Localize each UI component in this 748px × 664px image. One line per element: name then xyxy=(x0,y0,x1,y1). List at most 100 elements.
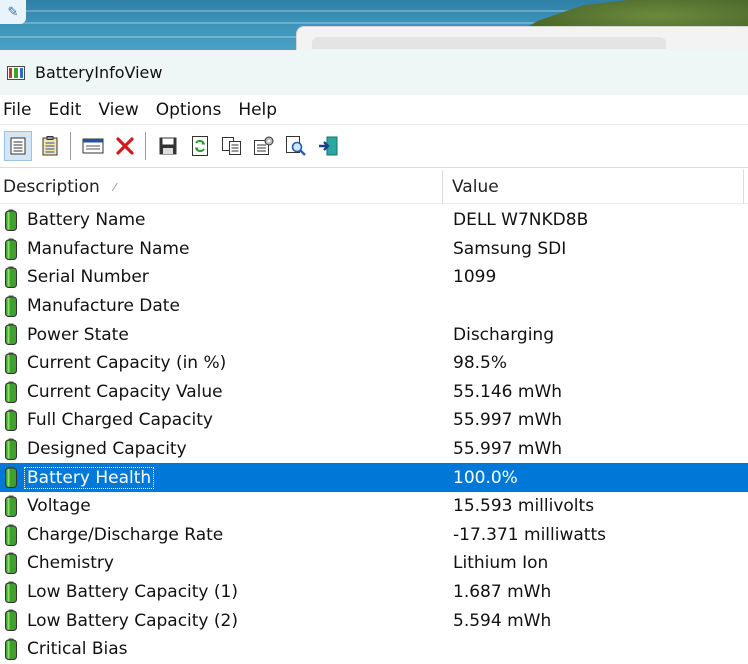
exit-button[interactable] xyxy=(314,131,342,161)
list-row[interactable]: Low Battery Capacity (2) 5.594 mWh xyxy=(0,606,748,635)
battery-icon xyxy=(5,638,17,660)
row-label: Voltage xyxy=(27,496,91,517)
row-label: Battery Health xyxy=(23,466,155,489)
column-header-description-label: Description xyxy=(3,177,100,197)
row-label: Manufacture Date xyxy=(27,296,180,317)
desktop-shortcut-icon[interactable]: ✎ xyxy=(0,0,26,24)
sort-arrow-icon: ⁄ xyxy=(113,180,116,194)
list-row[interactable]: Designed Capacity 55.997 mWh xyxy=(0,435,748,464)
list-row[interactable]: Manufacture Date xyxy=(0,292,748,321)
menu-options[interactable]: Options xyxy=(153,100,232,120)
toolbar-separator xyxy=(145,132,146,160)
column-header-description[interactable]: Description ⁄ xyxy=(3,170,439,204)
menu-edit[interactable]: Edit xyxy=(45,100,91,120)
window-button[interactable] xyxy=(79,131,107,161)
row-value: Lithium Ion xyxy=(453,553,549,574)
battery-icon xyxy=(5,381,17,403)
list-row[interactable]: Critical Bias xyxy=(0,635,748,664)
row-label: Current Capacity (in %) xyxy=(27,353,227,374)
battery-icon xyxy=(5,495,17,517)
list-header: Description ⁄ Value xyxy=(0,170,748,204)
battery-icon xyxy=(5,238,17,260)
refresh-icon xyxy=(192,136,208,156)
floppy-disk-icon xyxy=(159,137,177,155)
battery-icon xyxy=(5,409,17,432)
row-value: 98.5% xyxy=(453,353,508,374)
battery-icon xyxy=(5,295,17,317)
row-value: 55.997 mWh xyxy=(453,439,563,460)
row-value: 55.146 mWh xyxy=(453,381,563,402)
list-row[interactable]: Voltage 15.593 millivolts xyxy=(0,492,748,521)
row-label: Full Charged Capacity xyxy=(27,410,213,431)
row-value: Discharging xyxy=(453,324,554,345)
menu-help[interactable]: Help xyxy=(235,100,287,120)
row-value: Samsung SDI xyxy=(453,238,567,259)
battery-icon xyxy=(5,352,17,374)
list-row[interactable]: Power State Discharging xyxy=(0,320,748,349)
row-label: Power State xyxy=(27,324,129,345)
column-header-value-label: Value xyxy=(452,177,499,197)
properties-icon xyxy=(254,136,274,155)
list-row[interactable]: Chemistry Lithium Ion xyxy=(0,549,748,578)
battery-info-list: Battery Name DELL W7NKD8B Manufacture Na… xyxy=(0,206,748,664)
row-label: Low Battery Capacity (2) xyxy=(27,610,238,631)
battery-icon xyxy=(5,266,17,289)
row-label: Critical Bias xyxy=(27,639,128,660)
row-value: 5.594 mWh xyxy=(453,610,552,631)
view-list-button[interactable] xyxy=(36,131,64,161)
find-icon xyxy=(286,136,306,156)
row-label: Current Capacity Value xyxy=(27,381,223,402)
battery-icon xyxy=(5,438,17,460)
list-row[interactable]: Battery Name DELL W7NKD8B xyxy=(0,206,748,235)
list-row[interactable]: Manufacture Name Samsung SDI xyxy=(0,235,748,264)
title-bar[interactable]: BatteryInfoView xyxy=(0,50,748,95)
list-row[interactable]: Charge/Discharge Rate -17.371 milliwatts xyxy=(0,521,748,550)
row-label: Designed Capacity xyxy=(27,439,187,460)
battery-icon xyxy=(5,524,17,546)
copy-icon xyxy=(222,137,241,155)
find-button[interactable] xyxy=(282,131,310,161)
row-value: 55.997 mWh xyxy=(453,410,563,431)
red-x-icon xyxy=(116,137,134,155)
menu-bar: File Edit View Options Help xyxy=(0,95,748,124)
list-row-selected[interactable]: Battery Health 100.0% xyxy=(0,463,748,492)
row-value: 1099 xyxy=(453,267,497,288)
properties-page-icon xyxy=(10,137,26,155)
row-value: 100.0% xyxy=(453,467,518,488)
properties-button[interactable] xyxy=(250,131,278,161)
copy-button[interactable] xyxy=(218,131,246,161)
list-row[interactable]: Serial Number 1099 xyxy=(0,263,748,292)
refresh-button[interactable] xyxy=(186,131,214,161)
battery-icon xyxy=(5,466,17,489)
row-label: Low Battery Capacity (1) xyxy=(27,582,238,603)
list-row[interactable]: Full Charged Capacity 55.997 mWh xyxy=(0,406,748,435)
column-header-value[interactable]: Value xyxy=(452,170,499,204)
row-value: 15.593 millivolts xyxy=(453,496,595,517)
battery-icon xyxy=(5,209,17,231)
battery-icon xyxy=(5,609,17,632)
row-label: Serial Number xyxy=(27,267,149,288)
list-row[interactable]: Low Battery Capacity (1) 1.687 mWh xyxy=(0,578,748,607)
row-label: Chemistry xyxy=(27,553,114,574)
row-label: Battery Name xyxy=(27,210,146,231)
menu-file[interactable]: File xyxy=(0,100,41,120)
window-icon xyxy=(82,138,104,154)
row-label: Charge/Discharge Rate xyxy=(27,524,224,545)
background-window-tab xyxy=(312,37,666,49)
toolbar xyxy=(0,124,748,168)
battery-icon xyxy=(5,323,17,346)
list-row[interactable]: Current Capacity Value 55.146 mWh xyxy=(0,378,748,407)
column-divider[interactable] xyxy=(442,170,443,204)
menu-view[interactable]: View xyxy=(95,100,148,120)
row-value: 1.687 mWh xyxy=(453,582,552,603)
battery-icon xyxy=(5,581,17,603)
list-row[interactable]: Current Capacity (in %) 98.5% xyxy=(0,349,748,378)
row-label: Manufacture Name xyxy=(27,238,190,259)
view-details-button[interactable] xyxy=(4,131,32,161)
save-button[interactable] xyxy=(154,131,182,161)
toolbar-separator xyxy=(70,132,71,160)
column-divider[interactable] xyxy=(743,170,744,204)
row-value: DELL W7NKD8B xyxy=(453,210,589,231)
window-title: BatteryInfoView xyxy=(35,63,163,82)
delete-button[interactable] xyxy=(111,131,139,161)
